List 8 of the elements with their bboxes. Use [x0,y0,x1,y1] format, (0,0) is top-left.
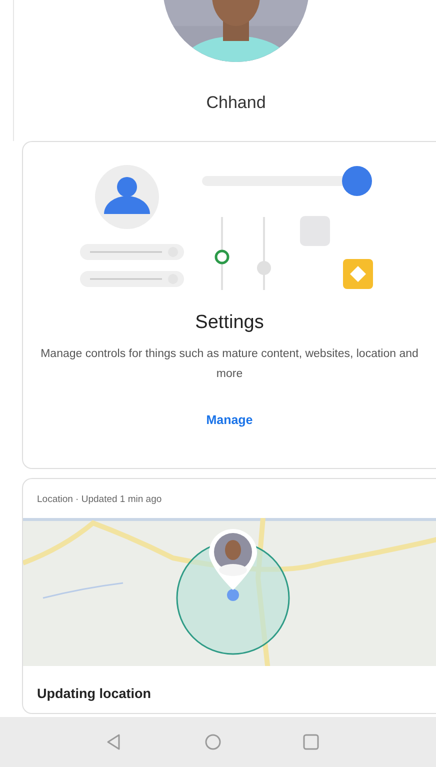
location-header: Location · Updated 1 min ago [36,493,163,507]
home-icon[interactable] [203,732,223,752]
settings-description: Manage controls for things such as mature content, websites, location and more [40,346,420,382]
recents-icon[interactable] [301,732,321,752]
profile-name: Chhand [206,92,266,114]
settings-title: Settings [195,311,264,335]
manage-link[interactable]: Manage [206,410,253,430]
location-status: Updating location [36,685,152,704]
